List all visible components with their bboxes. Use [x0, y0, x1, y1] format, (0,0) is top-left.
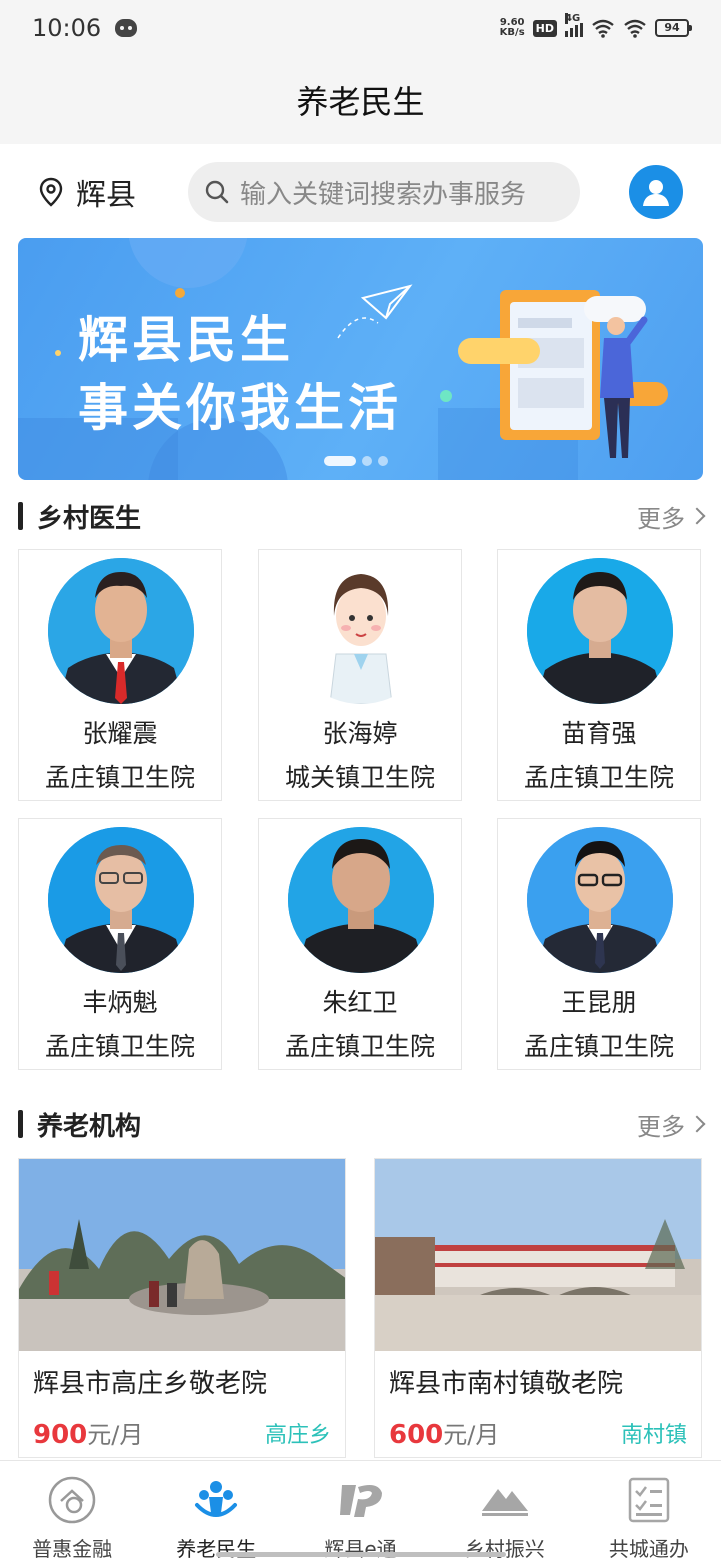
- search-input[interactable]: 输入关键词搜索办事服务: [188, 162, 580, 222]
- tab-rural-revival[interactable]: 乡村振兴: [433, 1461, 577, 1560]
- doctor-photo: [288, 558, 434, 704]
- tab-elderly-care[interactable]: 养老民生: [144, 1461, 288, 1560]
- doctor-card[interactable]: 张耀震 孟庄镇卫生院: [18, 549, 222, 801]
- nursing-home-name: 辉县市高庄乡敬老院: [33, 1369, 268, 1399]
- more-label: 更多: [637, 504, 685, 533]
- tab-gongcheng-service[interactable]: 共城通办: [577, 1461, 721, 1560]
- doctor-photo: [527, 827, 673, 973]
- doctor-name: 张耀震: [82, 719, 158, 748]
- doctor-name: 丰炳魁: [82, 988, 158, 1017]
- signal-icon: 4G: [565, 13, 583, 37]
- nursing-home-town: 高庄乡: [264, 1423, 331, 1448]
- app-notification-icon: [115, 19, 138, 37]
- carousel-dot: [378, 456, 388, 466]
- search-icon: [205, 180, 229, 204]
- tab-label: 共城通办: [608, 1537, 689, 1560]
- battery-icon: 94: [655, 19, 692, 37]
- chevron-right-icon: [688, 507, 706, 525]
- promo-banner[interactable]: 辉县民生 事关你我生活: [18, 238, 703, 480]
- wifi-icon-2: [624, 19, 646, 38]
- doctor-name: 张海婷: [322, 719, 398, 748]
- chevron-right-icon: [688, 1115, 706, 1133]
- price-value: 600: [389, 1420, 444, 1450]
- search-placeholder: 输入关键词搜索办事服务: [240, 179, 527, 210]
- nursing-home-price: 600元/月: [389, 1415, 499, 1450]
- location-pin-icon: [39, 177, 63, 207]
- network-type: 4G: [565, 13, 581, 24]
- nursing-home-town: 南村镇: [620, 1423, 687, 1448]
- mountain-icon: [480, 1475, 530, 1525]
- status-bar: 10:06 9.60 KB/s HD 4G 94: [0, 0, 721, 56]
- carousel-dot-active: [324, 456, 356, 466]
- nursing-home-photo: [19, 1159, 345, 1351]
- doctor-name: 王昆朋: [561, 988, 637, 1017]
- doctor-hospital: 孟庄镇卫生院: [523, 1032, 674, 1061]
- hd-icon: HD: [532, 19, 557, 37]
- banner-headline-1: 辉县民生: [78, 310, 294, 369]
- search-row: 辉县 输入关键词搜索办事服务: [0, 160, 721, 224]
- doctor-hospital: 孟庄镇卫生院: [284, 1032, 435, 1061]
- speed-unit: KB/s: [499, 27, 525, 38]
- location-name: 辉县: [76, 178, 136, 213]
- user-icon: [643, 180, 669, 206]
- doctor-card[interactable]: 王昆朋 孟庄镇卫生院: [497, 818, 701, 1070]
- wifi-icon: [592, 19, 614, 38]
- price-unit: 元/月: [87, 1421, 144, 1449]
- location-selector[interactable]: 辉县: [38, 170, 188, 214]
- doctor-hospital: 孟庄镇卫生院: [523, 763, 674, 792]
- tab-label: 普惠金融: [32, 1537, 113, 1560]
- banner-headline-2: 事关你我生活: [78, 378, 402, 437]
- carousel-dot: [362, 456, 372, 466]
- network-speed: 9.60 KB/s: [500, 18, 525, 38]
- section-marker: [18, 502, 23, 530]
- doctor-card[interactable]: 丰炳魁 孟庄镇卫生院: [18, 818, 222, 1070]
- nursing-home-card[interactable]: 辉县市南村镇敬老院 600元/月 南村镇: [374, 1158, 702, 1458]
- price-unit: 元/月: [443, 1421, 500, 1449]
- doctor-hospital: 孟庄镇卫生院: [44, 763, 195, 792]
- doctor-photo: [288, 827, 434, 973]
- home-indicator[interactable]: [216, 1552, 506, 1557]
- nursing-home-photo: [375, 1159, 701, 1351]
- section-title-homes: 养老机构: [37, 1111, 142, 1142]
- nursing-home-name: 辉县市南村镇敬老院: [389, 1369, 624, 1399]
- doctor-photo: [48, 558, 194, 704]
- finance-icon: [47, 1475, 97, 1525]
- doctor-photo: [527, 558, 673, 704]
- section-title-doctors: 乡村医生: [37, 503, 142, 534]
- doctor-hospital: 城关镇卫生院: [284, 763, 435, 792]
- doctor-name: 朱红卫: [322, 988, 398, 1017]
- doctor-card[interactable]: 张海婷 城关镇卫生院: [258, 549, 462, 801]
- homes-more-link[interactable]: 更多: [637, 1107, 706, 1142]
- page-title: 养老民生: [296, 83, 425, 121]
- doctor-photo: [48, 827, 194, 973]
- status-indicators: 9.60 KB/s HD 4G 94: [500, 13, 692, 38]
- tab-hui-etong[interactable]: 辉县e通: [288, 1461, 432, 1560]
- more-label: 更多: [637, 1112, 685, 1141]
- tab-finance[interactable]: 普惠金融: [0, 1461, 144, 1560]
- user-avatar-button[interactable]: [629, 165, 683, 219]
- doctor-hospital: 孟庄镇卫生院: [44, 1032, 195, 1061]
- hui-logo-icon: [336, 1475, 386, 1525]
- nursing-home-price: 900元/月: [33, 1415, 143, 1450]
- doctors-section-header: 乡村医生 更多: [18, 496, 706, 536]
- price-value: 900: [33, 1420, 88, 1450]
- doctor-name: 苗育强: [561, 719, 637, 748]
- app-header: 养老民生: [0, 56, 721, 144]
- section-marker: [18, 1110, 23, 1138]
- doctor-card[interactable]: 朱红卫 孟庄镇卫生院: [258, 818, 462, 1070]
- people-care-icon: [191, 1475, 241, 1525]
- bottom-tab-bar: 普惠金融 养老民生 辉县e通 乡村振兴 共城通办: [0, 1460, 721, 1560]
- doctor-card[interactable]: 苗育强 孟庄镇卫生院: [497, 549, 701, 801]
- checklist-icon: [624, 1475, 674, 1525]
- homes-section-header: 养老机构 更多: [18, 1104, 706, 1144]
- carousel-indicator: [324, 456, 388, 466]
- doctors-more-link[interactable]: 更多: [637, 499, 706, 534]
- status-time: 10:06: [32, 14, 102, 42]
- nursing-home-card[interactable]: 辉县市高庄乡敬老院 900元/月 高庄乡: [18, 1158, 346, 1458]
